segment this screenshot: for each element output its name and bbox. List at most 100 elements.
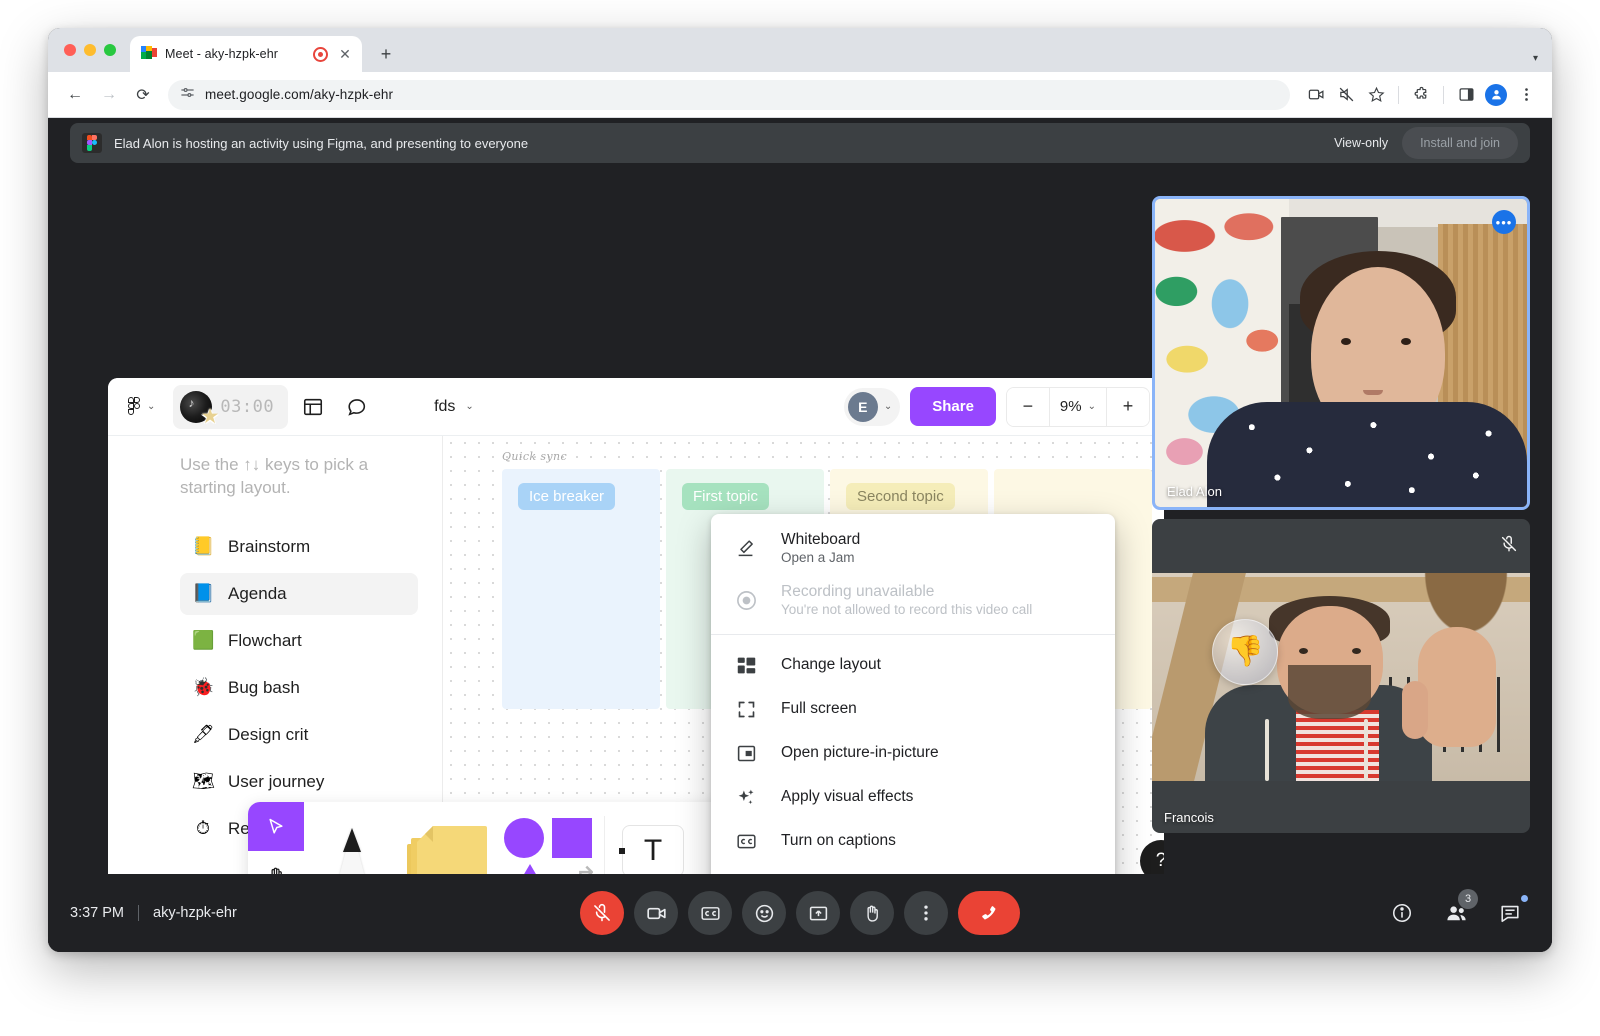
close-window-button[interactable]: [64, 44, 76, 56]
current-time: 3:37 PM: [70, 905, 124, 921]
microphone-muted-button[interactable]: [580, 891, 624, 935]
profile-avatar-icon[interactable]: [1482, 81, 1510, 109]
figma-logo: [128, 397, 141, 416]
window-traffic-lights[interactable]: [64, 44, 116, 56]
timer-widget[interactable]: ★ 03:00: [173, 384, 289, 429]
browser-window: Meet - aky-hzpk-ehr ✕ + ▾ ← → ⟳ meet.goo…: [48, 28, 1552, 952]
board-column[interactable]: Ice breaker: [502, 469, 660, 709]
camera-button[interactable]: [634, 891, 678, 935]
map-icon: 🗺: [192, 771, 215, 792]
comment-bubble-icon[interactable]: [338, 388, 376, 426]
menu-divider: [711, 634, 1115, 635]
participant-tile-elad-alon[interactable]: ••• Elad Alon: [1152, 196, 1530, 510]
menu-item-full-screen[interactable]: Full screen: [711, 687, 1115, 731]
separator: [138, 905, 139, 921]
side-panel-icon[interactable]: [1452, 81, 1480, 109]
captions-button[interactable]: [688, 891, 732, 935]
sidebar-item-bug-bash[interactable]: 🐞 Bug bash: [180, 667, 418, 709]
menu-item-visual-effects[interactable]: Apply visual effects: [711, 775, 1115, 819]
sidebar-item-user-journey[interactable]: 🗺 User journey: [180, 761, 418, 803]
meet-control-bar: 3:37 PM aky-hzpk-ehr 3: [48, 874, 1552, 952]
figma-file-name-button[interactable]: fds ⌄: [434, 398, 474, 416]
menu-item-captions[interactable]: Turn on captions: [711, 819, 1115, 863]
zoom-level-display[interactable]: 9% ⌄: [1048, 387, 1107, 426]
file-name-label: fds: [434, 397, 456, 415]
figma-menu-button[interactable]: ⌄: [122, 397, 161, 416]
present-button[interactable]: [796, 891, 840, 935]
sidebar-item-label: User journey: [228, 771, 325, 791]
reactions-button[interactable]: [742, 891, 786, 935]
picture-in-picture-icon: [733, 743, 759, 764]
board-title: Quick sync: [502, 450, 568, 463]
share-button[interactable]: Share: [910, 387, 996, 426]
participants-count-badge: 3: [1458, 889, 1478, 909]
sidebar-item-agenda[interactable]: 📘 Agenda: [180, 572, 418, 615]
zoom-controls: − 9% ⌄ +: [1005, 386, 1150, 427]
menu-item-title: Turn on captions: [781, 832, 896, 849]
participant-name: Elad Alon: [1167, 484, 1222, 499]
forward-button[interactable]: →: [94, 80, 124, 110]
tile-more-options-button[interactable]: •••: [1492, 210, 1516, 234]
figma-toolbar-right: E ⌄ Share − 9% ⌄ +: [843, 386, 1150, 427]
browser-tab[interactable]: Meet - aky-hzpk-ehr ✕: [130, 36, 362, 72]
muted-speaker-icon[interactable]: [1332, 81, 1360, 109]
column-chip: Ice breaker: [518, 483, 616, 510]
recording-icon[interactable]: [313, 46, 328, 62]
camera-icon[interactable]: [1302, 81, 1330, 109]
menu-item-picture-in-picture[interactable]: Open picture-in-picture: [711, 731, 1115, 775]
more-options-button[interactable]: [904, 891, 948, 935]
menu-item-title: Whiteboard: [781, 531, 861, 548]
extensions-puzzle-icon[interactable]: [1407, 81, 1435, 109]
tab-list-chevron-icon[interactable]: ▾: [1533, 53, 1538, 64]
figma-toolbar: ⌄ ★ 03:00: [108, 378, 1164, 436]
address-bar[interactable]: meet.google.com/aky-hzpk-ehr: [168, 79, 1290, 110]
meeting-details-button[interactable]: [1382, 893, 1422, 933]
browser-menu-icon[interactable]: [1512, 81, 1540, 109]
menu-item-whiteboard[interactable]: Whiteboard Open a Jam: [711, 522, 1115, 574]
toolbar-divider: [1398, 85, 1399, 104]
meet-right-controls: 3: [1382, 889, 1530, 933]
desktop-background: Meet - aky-hzpk-ehr ✕ + ▾ ← → ⟳ meet.goo…: [0, 0, 1600, 1036]
sidebar-item-label: Flowchart: [228, 630, 302, 650]
menu-item-subtitle: Open a Jam: [781, 550, 855, 565]
browser-toolbar: ← → ⟳ meet.google.com/aky-hzpk-ehr: [48, 72, 1552, 118]
back-button[interactable]: ←: [60, 80, 90, 110]
leave-call-button[interactable]: [958, 891, 1020, 935]
bug-icon: 🐞: [192, 677, 215, 698]
bookmark-star-icon[interactable]: [1362, 81, 1390, 109]
fullscreen-icon: [733, 699, 759, 720]
zoom-in-button[interactable]: +: [1107, 387, 1149, 426]
menu-item-subtitle: You're not allowed to record this video …: [781, 602, 1033, 617]
close-tab-button[interactable]: ✕: [336, 45, 354, 63]
show-participants-button[interactable]: 3: [1436, 889, 1478, 933]
captions-icon: [733, 831, 759, 852]
reload-button[interactable]: ⟳: [128, 80, 158, 110]
music-disc-star-icon: ★: [180, 390, 219, 427]
install-and-join-button[interactable]: Install and join: [1402, 127, 1518, 159]
figma-avatar-button[interactable]: E ⌄: [843, 387, 901, 426]
chat-button[interactable]: [1490, 893, 1530, 933]
google-meet-page: Elad Alon is hosting an activity using F…: [48, 118, 1552, 952]
raise-hand-button[interactable]: [850, 891, 894, 935]
minimize-window-button[interactable]: [84, 44, 96, 56]
clock-icon: ⏱: [195, 818, 211, 839]
sparkles-icon: [733, 787, 759, 808]
view-only-label: View-only: [1334, 136, 1389, 150]
participant-tile-francois[interactable]: 👎 Francois: [1152, 519, 1530, 833]
layout-grid-icon[interactable]: [294, 388, 332, 426]
pen-icon: 🖋: [192, 724, 215, 745]
sidebar-item-brainstorm[interactable]: 📒 Brainstorm: [180, 526, 418, 568]
sidebar-item-design-crit[interactable]: 🖋 Design crit: [180, 714, 418, 756]
zoom-out-button[interactable]: −: [1006, 387, 1049, 426]
record-icon: [733, 589, 759, 612]
video-feed: [1155, 199, 1527, 507]
sidebar-item-flowchart[interactable]: 🟩 Flowchart: [180, 620, 418, 662]
banner-text: Elad Alon is hosting an activity using F…: [114, 135, 529, 151]
maximize-window-button[interactable]: [104, 44, 116, 56]
sidebar-item-label: Bug bash: [228, 677, 300, 697]
menu-item-change-layout[interactable]: Change layout: [711, 643, 1115, 687]
text-icon: T: [619, 825, 684, 877]
new-tab-button[interactable]: +: [372, 40, 400, 68]
tune-icon[interactable]: [180, 85, 195, 105]
cursor-arrow-icon[interactable]: [248, 802, 304, 851]
